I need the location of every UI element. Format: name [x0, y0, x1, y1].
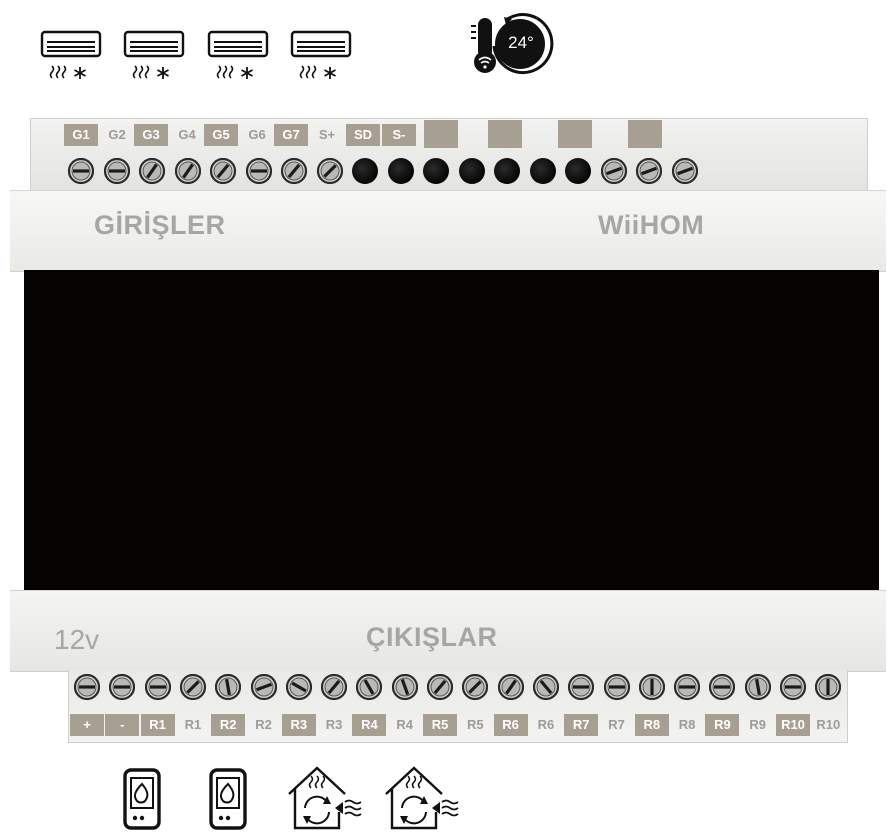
input-terminal-label: G1: [64, 124, 98, 146]
relay-terminal-label: R2: [211, 714, 246, 736]
terminal-screw: [497, 673, 524, 701]
relay-terminal-label: R8: [634, 714, 669, 736]
input-terminal-label: SD: [346, 124, 380, 146]
relay-terminal-label: R1: [184, 717, 202, 732]
terminal-screw: [67, 157, 95, 185]
terminal-screw: [635, 157, 663, 185]
terminal-screw: [462, 673, 489, 701]
terminal-screw: [603, 673, 630, 701]
boiler-icon: [123, 768, 161, 830]
terminal-label-blank: [488, 120, 522, 148]
input-terminal-label: G6: [248, 127, 266, 142]
device-display: [24, 270, 879, 590]
inputs-label: GİRİŞLER: [94, 210, 226, 240]
relay-terminal-label: R9: [705, 714, 740, 736]
power-terminal-label: -: [105, 714, 140, 736]
relay-terminal-label: R8: [678, 717, 696, 732]
air-conditioner-icon: [123, 30, 185, 79]
terminal-screw: [73, 673, 101, 701]
relay-terminal-label: R4: [396, 717, 413, 732]
relay-terminal-label: R9: [749, 717, 766, 732]
heat-pump-house-icon: [385, 766, 459, 830]
terminal-screw: [215, 673, 242, 701]
terminal-screw: [671, 157, 698, 185]
relay-terminal-label: R2: [255, 717, 272, 732]
terminal-screw: [391, 673, 418, 701]
input-terminal-label: G4: [178, 127, 196, 142]
terminal-hole: [458, 158, 485, 184]
air-conditioner-icon: [207, 30, 269, 79]
terminal-screw: [673, 673, 701, 701]
terminal-hole: [387, 158, 414, 184]
terminal-screw: [144, 673, 171, 701]
relay-terminal-label: R6: [537, 717, 555, 732]
relay-terminal-label: R1: [140, 714, 175, 736]
relay-controller-device: GİRİŞLER WiiHOM 12v ÇIKIŞLAR G1 G2 G3 G4 G5 G…: [10, 118, 886, 743]
relay-terminal-label: R5: [466, 717, 484, 732]
terminal-screw: [638, 673, 665, 701]
terminal-screw: [600, 157, 627, 185]
air-conditioner-icon: [290, 30, 352, 79]
terminal-label-blank: [628, 120, 662, 148]
brand-name: WiiHOM: [598, 210, 705, 240]
terminal-screw: [280, 157, 308, 185]
terminal-screw: [356, 673, 383, 701]
terminal-screw: [138, 157, 166, 185]
terminal-screw: [709, 673, 736, 701]
terminal-screw: [209, 157, 237, 185]
terminal-screw: [426, 673, 454, 701]
voltage-label: 12v: [54, 624, 100, 655]
input-terminal-label: G7: [274, 124, 308, 146]
relay-terminal-label: R7: [564, 714, 599, 736]
terminal-hole: [423, 158, 449, 184]
relay-terminal-label: R10: [776, 714, 810, 736]
input-terminal-label: G2: [108, 127, 126, 142]
power-terminal-label: +: [70, 714, 104, 736]
terminal-screw: [285, 673, 312, 701]
terminal-screw: [316, 157, 343, 185]
terminal-screw: [532, 673, 559, 701]
input-terminal-label: G3: [134, 124, 168, 146]
relay-terminal-label: R3: [325, 717, 343, 732]
terminal-screw: [245, 157, 272, 185]
relay-terminal-label: R5: [423, 714, 457, 736]
terminal-hole: [352, 158, 378, 184]
terminal-screw: [815, 673, 842, 701]
terminal-screw: [744, 673, 771, 701]
terminal-screw: [174, 157, 201, 185]
terminal-hole: [529, 158, 556, 184]
terminal-screw: [109, 673, 136, 701]
terminal-screw: [179, 673, 206, 701]
smart-thermostat-icon: 24°: [468, 10, 564, 80]
boiler-icon: [209, 768, 247, 830]
outputs-label: ÇIKIŞLAR: [366, 622, 498, 652]
heat-pump-house-icon: [288, 766, 362, 830]
terminal-screw: [568, 673, 595, 701]
air-conditioner-icon: [40, 30, 102, 79]
terminal-hole: [565, 158, 591, 184]
input-terminal-label: S-: [382, 124, 416, 146]
terminal-hole: [494, 158, 520, 184]
terminal-screw: [103, 157, 130, 185]
terminal-screw: [779, 673, 807, 701]
relay-terminal-label: R4: [352, 714, 387, 736]
relay-terminal-label: R6: [493, 714, 528, 736]
relay-terminal-label: R7: [608, 717, 625, 732]
terminal-label-blank: [424, 120, 458, 148]
relay-terminal-label: R3: [281, 714, 316, 736]
input-terminal-label: S+: [318, 127, 336, 142]
terminal-label-blank: [558, 120, 592, 148]
thermostat-temperature-label: 24°: [508, 33, 534, 52]
terminal-screw: [250, 673, 277, 701]
relay-terminal-label: R10: [816, 717, 841, 732]
input-terminal-label: G5: [204, 124, 238, 146]
terminal-screw: [320, 673, 348, 701]
